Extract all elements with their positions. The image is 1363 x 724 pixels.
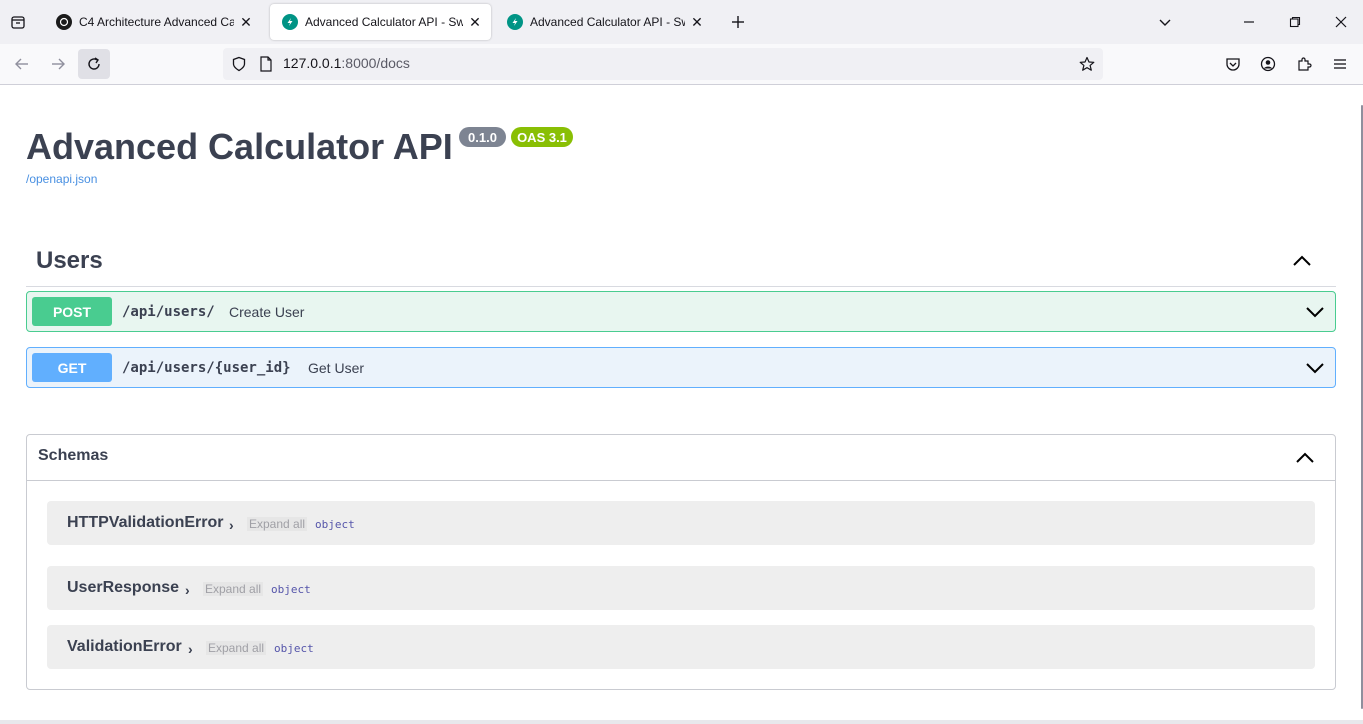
model-user-response[interactable]: UserResponse › Expand all object <box>47 566 1315 610</box>
tab-title: Advanced Calculator API - Swag <box>305 15 463 29</box>
fastapi-icon <box>507 14 523 30</box>
tag-title: Users <box>36 247 103 274</box>
model-name[interactable]: ValidationError <box>67 638 182 656</box>
expand-all-button[interactable]: Expand all <box>206 641 267 655</box>
operation-get-user[interactable]: GET /api/users/{user_id} Get User <box>26 347 1336 388</box>
chevron-up-icon[interactable] <box>1292 251 1312 271</box>
chevron-down-icon[interactable] <box>1305 302 1325 322</box>
model-type: object <box>274 642 314 655</box>
operation-path: /api/users/{user_id} <box>122 360 291 376</box>
model-type: object <box>315 518 355 531</box>
model-validation-error[interactable]: ValidationError › Expand all object <box>47 625 1315 669</box>
browser-tab-c4[interactable]: C4 Architecture Advanced Calcul ✕ <box>44 4 262 40</box>
close-tab-icon[interactable]: ✕ <box>689 14 705 30</box>
model-name[interactable]: HTTPValidationError <box>67 514 223 532</box>
schemas-title: Schemas <box>38 447 109 464</box>
openai-icon <box>56 14 72 30</box>
extensions-icon[interactable] <box>1292 52 1316 76</box>
back-icon[interactable] <box>6 49 38 79</box>
operation-post-create-user[interactable]: POST /api/users/ Create User <box>26 291 1336 332</box>
list-all-tabs-icon[interactable] <box>1151 8 1179 36</box>
openapi-json-link[interactable]: /openapi.json <box>26 172 97 186</box>
swagger-page: Advanced Calculator API 0.1.0 OAS 3.1 /o… <box>0 85 1356 724</box>
chevron-right-icon[interactable]: › <box>185 582 190 598</box>
browser-nav-bar: 127.0.0.1:8000/docs <box>0 44 1363 85</box>
menu-icon[interactable] <box>1328 52 1352 76</box>
operation-summary: Create User <box>229 304 305 320</box>
operation-path: /api/users/ <box>122 304 215 320</box>
browser-tab-bar: C4 Architecture Advanced Calcul ✕ Advanc… <box>0 0 1363 44</box>
reload-icon[interactable] <box>78 49 110 79</box>
tab-title: Advanced Calculator API - Swag <box>530 15 685 29</box>
expand-all-button[interactable]: Expand all <box>203 582 264 596</box>
url-bar[interactable]: 127.0.0.1:8000/docs <box>223 48 1103 80</box>
oas-badge: OAS 3.1 <box>511 127 573 147</box>
model-name[interactable]: UserResponse <box>67 579 179 597</box>
browser-tab-swagger-active[interactable]: Advanced Calculator API - Swag ✕ <box>270 4 491 40</box>
restore-icon[interactable] <box>1281 8 1309 36</box>
tab-list-icon[interactable] <box>6 10 30 34</box>
pocket-icon[interactable] <box>1221 52 1245 76</box>
fastapi-icon <box>282 14 298 30</box>
method-badge: GET <box>32 353 112 382</box>
forward-icon[interactable] <box>42 49 74 79</box>
browser-tab-swagger[interactable]: Advanced Calculator API - Swag ✕ <box>495 4 713 40</box>
close-tab-icon[interactable]: ✕ <box>238 14 254 30</box>
schemas-header[interactable]: Schemas <box>27 435 1335 481</box>
model-http-validation-error[interactable]: HTTPValidationError › Expand all object <box>47 501 1315 545</box>
new-tab-icon[interactable] <box>727 11 749 33</box>
url-text: 127.0.0.1:8000/docs <box>283 55 410 71</box>
operation-summary: Get User <box>308 360 365 376</box>
bookmark-star-icon[interactable] <box>1079 56 1095 72</box>
chevron-up-icon[interactable] <box>1295 448 1315 468</box>
chevron-down-icon[interactable] <box>1305 358 1325 378</box>
expand-all-button[interactable]: Expand all <box>247 517 308 531</box>
version-badge: 0.1.0 <box>459 127 506 147</box>
method-badge: POST <box>32 297 112 326</box>
tab-title: C4 Architecture Advanced Calcul <box>79 15 234 29</box>
page-icon[interactable] <box>259 56 273 72</box>
schemas-section: Schemas HTTPValidationError › Expand all… <box>26 434 1336 690</box>
account-icon[interactable] <box>1256 52 1280 76</box>
tag-section-header[interactable]: Users <box>26 235 1336 287</box>
page-bottom-edge <box>0 720 1363 724</box>
model-type: object <box>271 583 311 596</box>
chevron-right-icon[interactable]: › <box>229 517 234 533</box>
api-title: Advanced Calculator API <box>26 126 453 167</box>
minimize-icon[interactable] <box>1235 8 1263 36</box>
close-window-icon[interactable] <box>1327 8 1355 36</box>
shield-icon[interactable] <box>231 56 247 72</box>
chevron-right-icon[interactable]: › <box>188 641 193 657</box>
close-tab-icon[interactable]: ✕ <box>467 14 483 30</box>
